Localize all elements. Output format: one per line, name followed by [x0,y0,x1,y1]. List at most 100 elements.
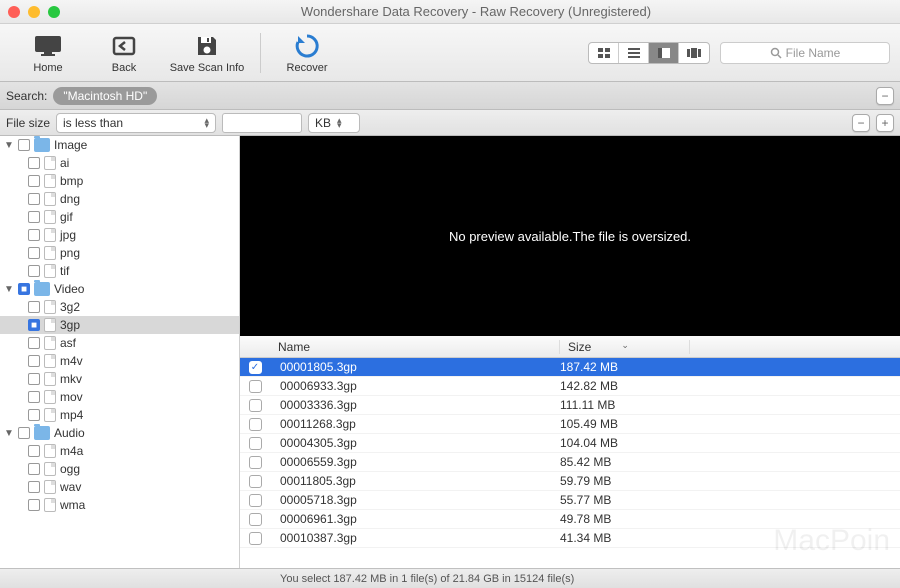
tree-item-jpg[interactable]: jpg [0,226,239,244]
back-button[interactable]: Back [86,32,162,74]
group-checkbox[interactable] [18,427,30,439]
row-checkbox[interactable] [249,418,262,431]
zoom-window-button[interactable] [48,6,60,18]
table-row[interactable]: 00011805.3gp59.79 MB [240,472,900,491]
item-checkbox[interactable] [28,391,40,403]
item-checkbox[interactable] [28,229,40,241]
item-checkbox[interactable] [28,247,40,259]
file-icon [44,408,56,422]
folder-icon [34,426,50,440]
item-checkbox[interactable] [28,265,40,277]
tree-item-png[interactable]: png [0,244,239,262]
remove-search-button[interactable]: − [876,87,894,105]
tree-group-image[interactable]: ▼Image [0,136,239,154]
tree-item-ogg[interactable]: ogg [0,460,239,478]
titlebar: Wondershare Data Recovery - Raw Recovery… [0,0,900,24]
recover-button[interactable]: Recover [269,32,345,74]
item-label: mp4 [60,408,83,422]
minimize-window-button[interactable] [28,6,40,18]
table-row[interactable]: 00003336.3gp111.11 MB [240,396,900,415]
tree-item-wma[interactable]: wma [0,496,239,514]
file-icon [44,498,56,512]
tree-item-tif[interactable]: tif [0,262,239,280]
view-coverflow-button[interactable] [679,43,709,63]
file-icon [44,444,56,458]
group-checkbox[interactable]: ■ [18,283,30,295]
table-row[interactable]: 00004305.3gp104.04 MB [240,434,900,453]
tree-item-m4v[interactable]: m4v [0,352,239,370]
row-checkbox[interactable] [249,399,262,412]
item-checkbox[interactable] [28,373,40,385]
table-row[interactable]: 00005718.3gp55.77 MB [240,491,900,510]
row-checkbox[interactable]: ✓ [249,361,262,374]
search-scope-token[interactable]: "Macintosh HD" [53,87,157,105]
row-checkbox[interactable] [249,532,262,545]
file-icon [44,336,56,350]
table-row[interactable]: 00006933.3gp142.82 MB [240,377,900,396]
remove-filter-button[interactable]: − [852,114,870,132]
cell-size: 187.42 MB [560,360,690,374]
cell-size: 41.34 MB [560,531,690,545]
table-row[interactable]: 00010387.3gp41.34 MB [240,529,900,548]
item-checkbox[interactable] [28,157,40,169]
close-window-button[interactable] [8,6,20,18]
tree-item-ai[interactable]: ai [0,154,239,172]
table-row[interactable]: 00011268.3gp105.49 MB [240,415,900,434]
item-checkbox[interactable] [28,409,40,421]
status-bar: You select 187.42 MB in 1 file(s) of 21.… [0,568,900,588]
item-checkbox[interactable] [28,193,40,205]
tree-item-mov[interactable]: mov [0,388,239,406]
group-checkbox[interactable] [18,139,30,151]
tree-item-mkv[interactable]: mkv [0,370,239,388]
column-name[interactable]: Name [270,340,560,354]
add-filter-button[interactable]: + [876,114,894,132]
view-column-button[interactable] [649,43,679,63]
cell-size: 142.82 MB [560,379,690,393]
filename-search[interactable]: File Name [720,42,890,64]
view-grid-button[interactable] [589,43,619,63]
item-checkbox[interactable] [28,355,40,367]
row-checkbox[interactable] [249,475,262,488]
tree-item-dng[interactable]: dng [0,190,239,208]
item-checkbox[interactable] [28,499,40,511]
tree-item-asf[interactable]: asf [0,334,239,352]
table-row[interactable]: 00006961.3gp49.78 MB [240,510,900,529]
item-checkbox[interactable] [28,301,40,313]
row-checkbox[interactable] [249,456,262,469]
item-checkbox[interactable]: ■ [28,319,40,331]
row-checkbox[interactable] [249,513,262,526]
item-checkbox[interactable] [28,445,40,457]
item-checkbox[interactable] [28,463,40,475]
save-scan-button[interactable]: Save Scan Info [162,32,252,74]
item-checkbox[interactable] [28,211,40,223]
tree-item-mp4[interactable]: mp4 [0,406,239,424]
item-checkbox[interactable] [28,337,40,349]
filter-unit-dropdown[interactable]: KB ▴▾ [308,113,360,133]
filter-value-input[interactable] [222,113,302,133]
item-label: png [60,246,80,260]
item-label: 3g2 [60,300,80,314]
item-checkbox[interactable] [28,175,40,187]
home-button[interactable]: Home [10,32,86,74]
item-checkbox[interactable] [28,481,40,493]
view-list-button[interactable] [619,43,649,63]
filter-operator-dropdown[interactable]: is less than ▴▾ [56,113,216,133]
disclosure-triangle-icon: ▼ [4,140,14,151]
tree-item-gif[interactable]: gif [0,208,239,226]
tree-group-video[interactable]: ▼■Video [0,280,239,298]
cell-name: 00010387.3gp [270,531,560,545]
table-row[interactable]: 00006559.3gp85.42 MB [240,453,900,472]
tree-item-3g2[interactable]: 3g2 [0,298,239,316]
preview-message: No preview available.The file is oversiz… [449,229,691,244]
row-checkbox[interactable] [249,380,262,393]
tree-item-bmp[interactable]: bmp [0,172,239,190]
tree-item-wav[interactable]: wav [0,478,239,496]
row-checkbox[interactable] [249,494,262,507]
cell-size: 104.04 MB [560,436,690,450]
tree-item-3gp[interactable]: ■3gp [0,316,239,334]
column-size[interactable]: Size ⌄ [560,340,690,354]
row-checkbox[interactable] [249,437,262,450]
table-row[interactable]: ✓00001805.3gp187.42 MB [240,358,900,377]
tree-item-m4a[interactable]: m4a [0,442,239,460]
tree-group-audio[interactable]: ▼Audio [0,424,239,442]
